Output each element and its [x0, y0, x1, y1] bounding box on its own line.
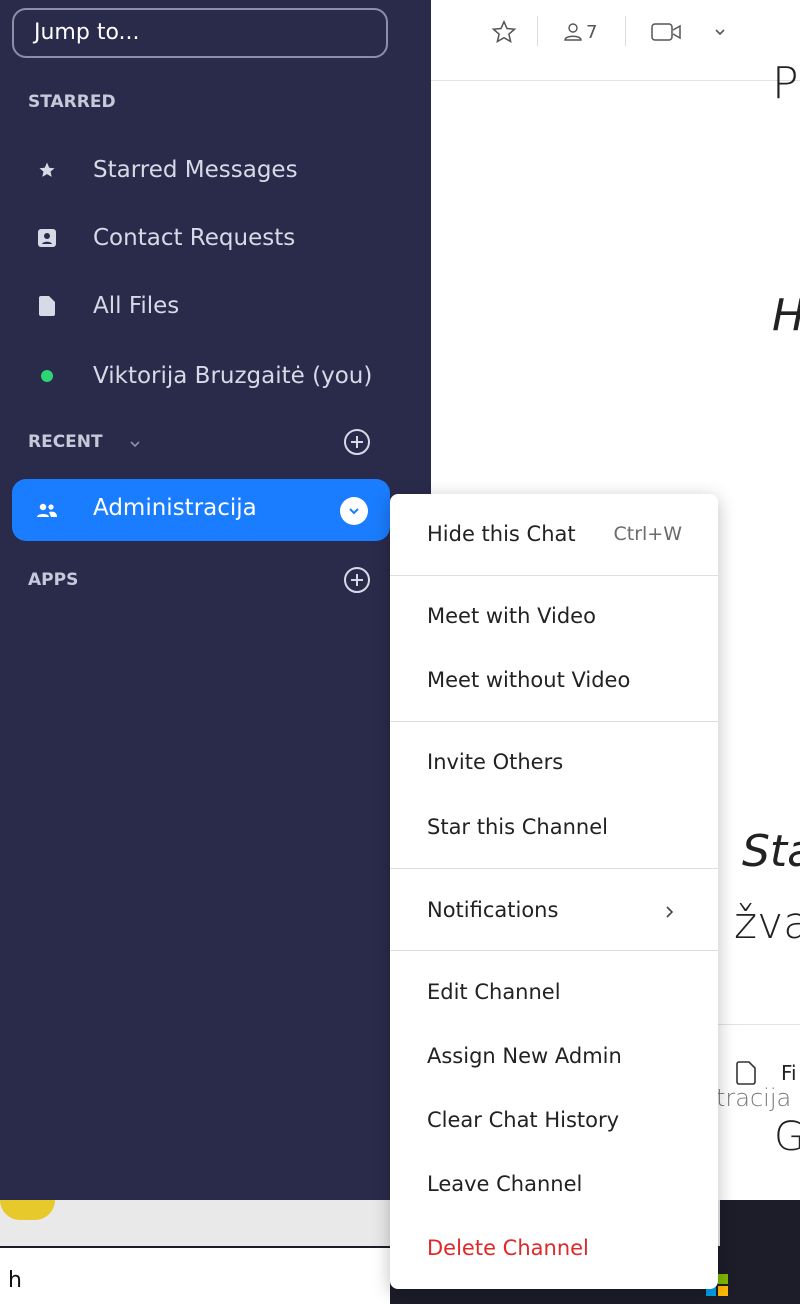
menu-item-shortcut: Ctrl+W	[613, 523, 682, 545]
sidebar-item-all-files[interactable]: All Files	[0, 276, 431, 336]
starred-section-label: STARRED	[28, 92, 116, 112]
chevron-down-icon	[349, 508, 359, 515]
chat-text-fragment: žva	[734, 898, 800, 949]
person-icon	[564, 23, 582, 41]
sidebar-item-self[interactable]: Viktorija Bruzgaitė (you)	[0, 346, 431, 406]
sidebar-item-label: Administracija	[93, 495, 257, 521]
sidebar-item-label: Viktorija Bruzgaitė (you)	[93, 363, 373, 389]
contact-card-icon	[36, 227, 58, 249]
star-channel-icon[interactable]	[491, 18, 517, 46]
video-call-icon[interactable]	[651, 18, 683, 46]
files-tab-label[interactable]: Fi	[781, 1061, 797, 1085]
sidebar-item-label: Starred Messages	[93, 157, 298, 183]
recent-section-label: RECENT	[28, 432, 103, 452]
chat-text-fragment: tracija	[716, 1084, 792, 1112]
file-icon	[36, 295, 58, 317]
chat-text-fragment: P	[772, 58, 799, 109]
taskbar-search-text: h	[8, 1268, 22, 1293]
chevron-right-icon	[662, 904, 676, 918]
star-icon	[36, 159, 58, 181]
menu-item-invite-others[interactable]: Invite Others	[427, 750, 563, 774]
chevron-down-icon[interactable]	[713, 18, 727, 46]
add-recent-icon[interactable]	[343, 428, 371, 456]
menu-item-assign-admin[interactable]: Assign New Admin	[427, 1044, 622, 1068]
apps-section-label: APPS	[28, 570, 79, 590]
taskbar-icons	[706, 1252, 800, 1304]
divider	[718, 1024, 800, 1025]
jump-to-input[interactable]: Jump to...	[12, 8, 388, 58]
menu-item-edit-channel[interactable]: Edit Channel	[427, 980, 561, 1004]
menu-item-clear-history[interactable]: Clear Chat History	[427, 1108, 619, 1132]
channel-options-button[interactable]	[340, 497, 368, 525]
menu-separator	[390, 575, 718, 576]
file-icon[interactable]	[735, 1060, 761, 1086]
divider	[625, 16, 626, 46]
menu-item-meet-without-video[interactable]: Meet without Video	[427, 668, 630, 692]
menu-separator	[390, 721, 718, 722]
menu-item-meet-with-video[interactable]: Meet with Video	[427, 604, 596, 628]
chat-text-fragment: H	[772, 290, 800, 341]
sidebar-item-label: Contact Requests	[93, 225, 296, 251]
sidebar: Jump to... STARRED Starred Messages Cont…	[0, 0, 431, 1200]
menu-separator	[390, 868, 718, 869]
sidebar-item-administracija[interactable]: Administracija	[12, 479, 390, 541]
group-icon	[36, 499, 58, 521]
chat-text-fragment: Sta	[742, 826, 800, 877]
chevron-down-icon[interactable]	[128, 436, 142, 450]
chat-header: 7	[431, 0, 800, 81]
menu-item-notifications[interactable]: Notifications	[427, 898, 558, 922]
members-button[interactable]: 7	[563, 18, 597, 46]
menu-item-hide-chat[interactable]: Hide this Chat	[427, 522, 576, 546]
sidebar-item-contact-requests[interactable]: Contact Requests	[0, 208, 431, 268]
chat-text-fragment: G	[774, 1114, 800, 1160]
channel-context-menu: Hide this Chat Ctrl+W Meet with Video Me…	[390, 494, 718, 1289]
menu-item-star-channel[interactable]: Star this Channel	[427, 815, 608, 839]
sidebar-item-starred-messages[interactable]: Starred Messages	[0, 140, 431, 200]
menu-item-delete-channel[interactable]: Delete Channel	[427, 1236, 589, 1260]
menu-separator	[390, 950, 718, 951]
divider	[537, 16, 538, 46]
sidebar-item-label: All Files	[93, 293, 180, 319]
menu-item-leave-channel[interactable]: Leave Channel	[427, 1172, 582, 1196]
member-count: 7	[586, 21, 598, 43]
presence-dot-icon	[36, 365, 58, 387]
add-app-icon[interactable]	[343, 566, 371, 594]
taskbar-search-input[interactable]	[0, 1248, 390, 1304]
